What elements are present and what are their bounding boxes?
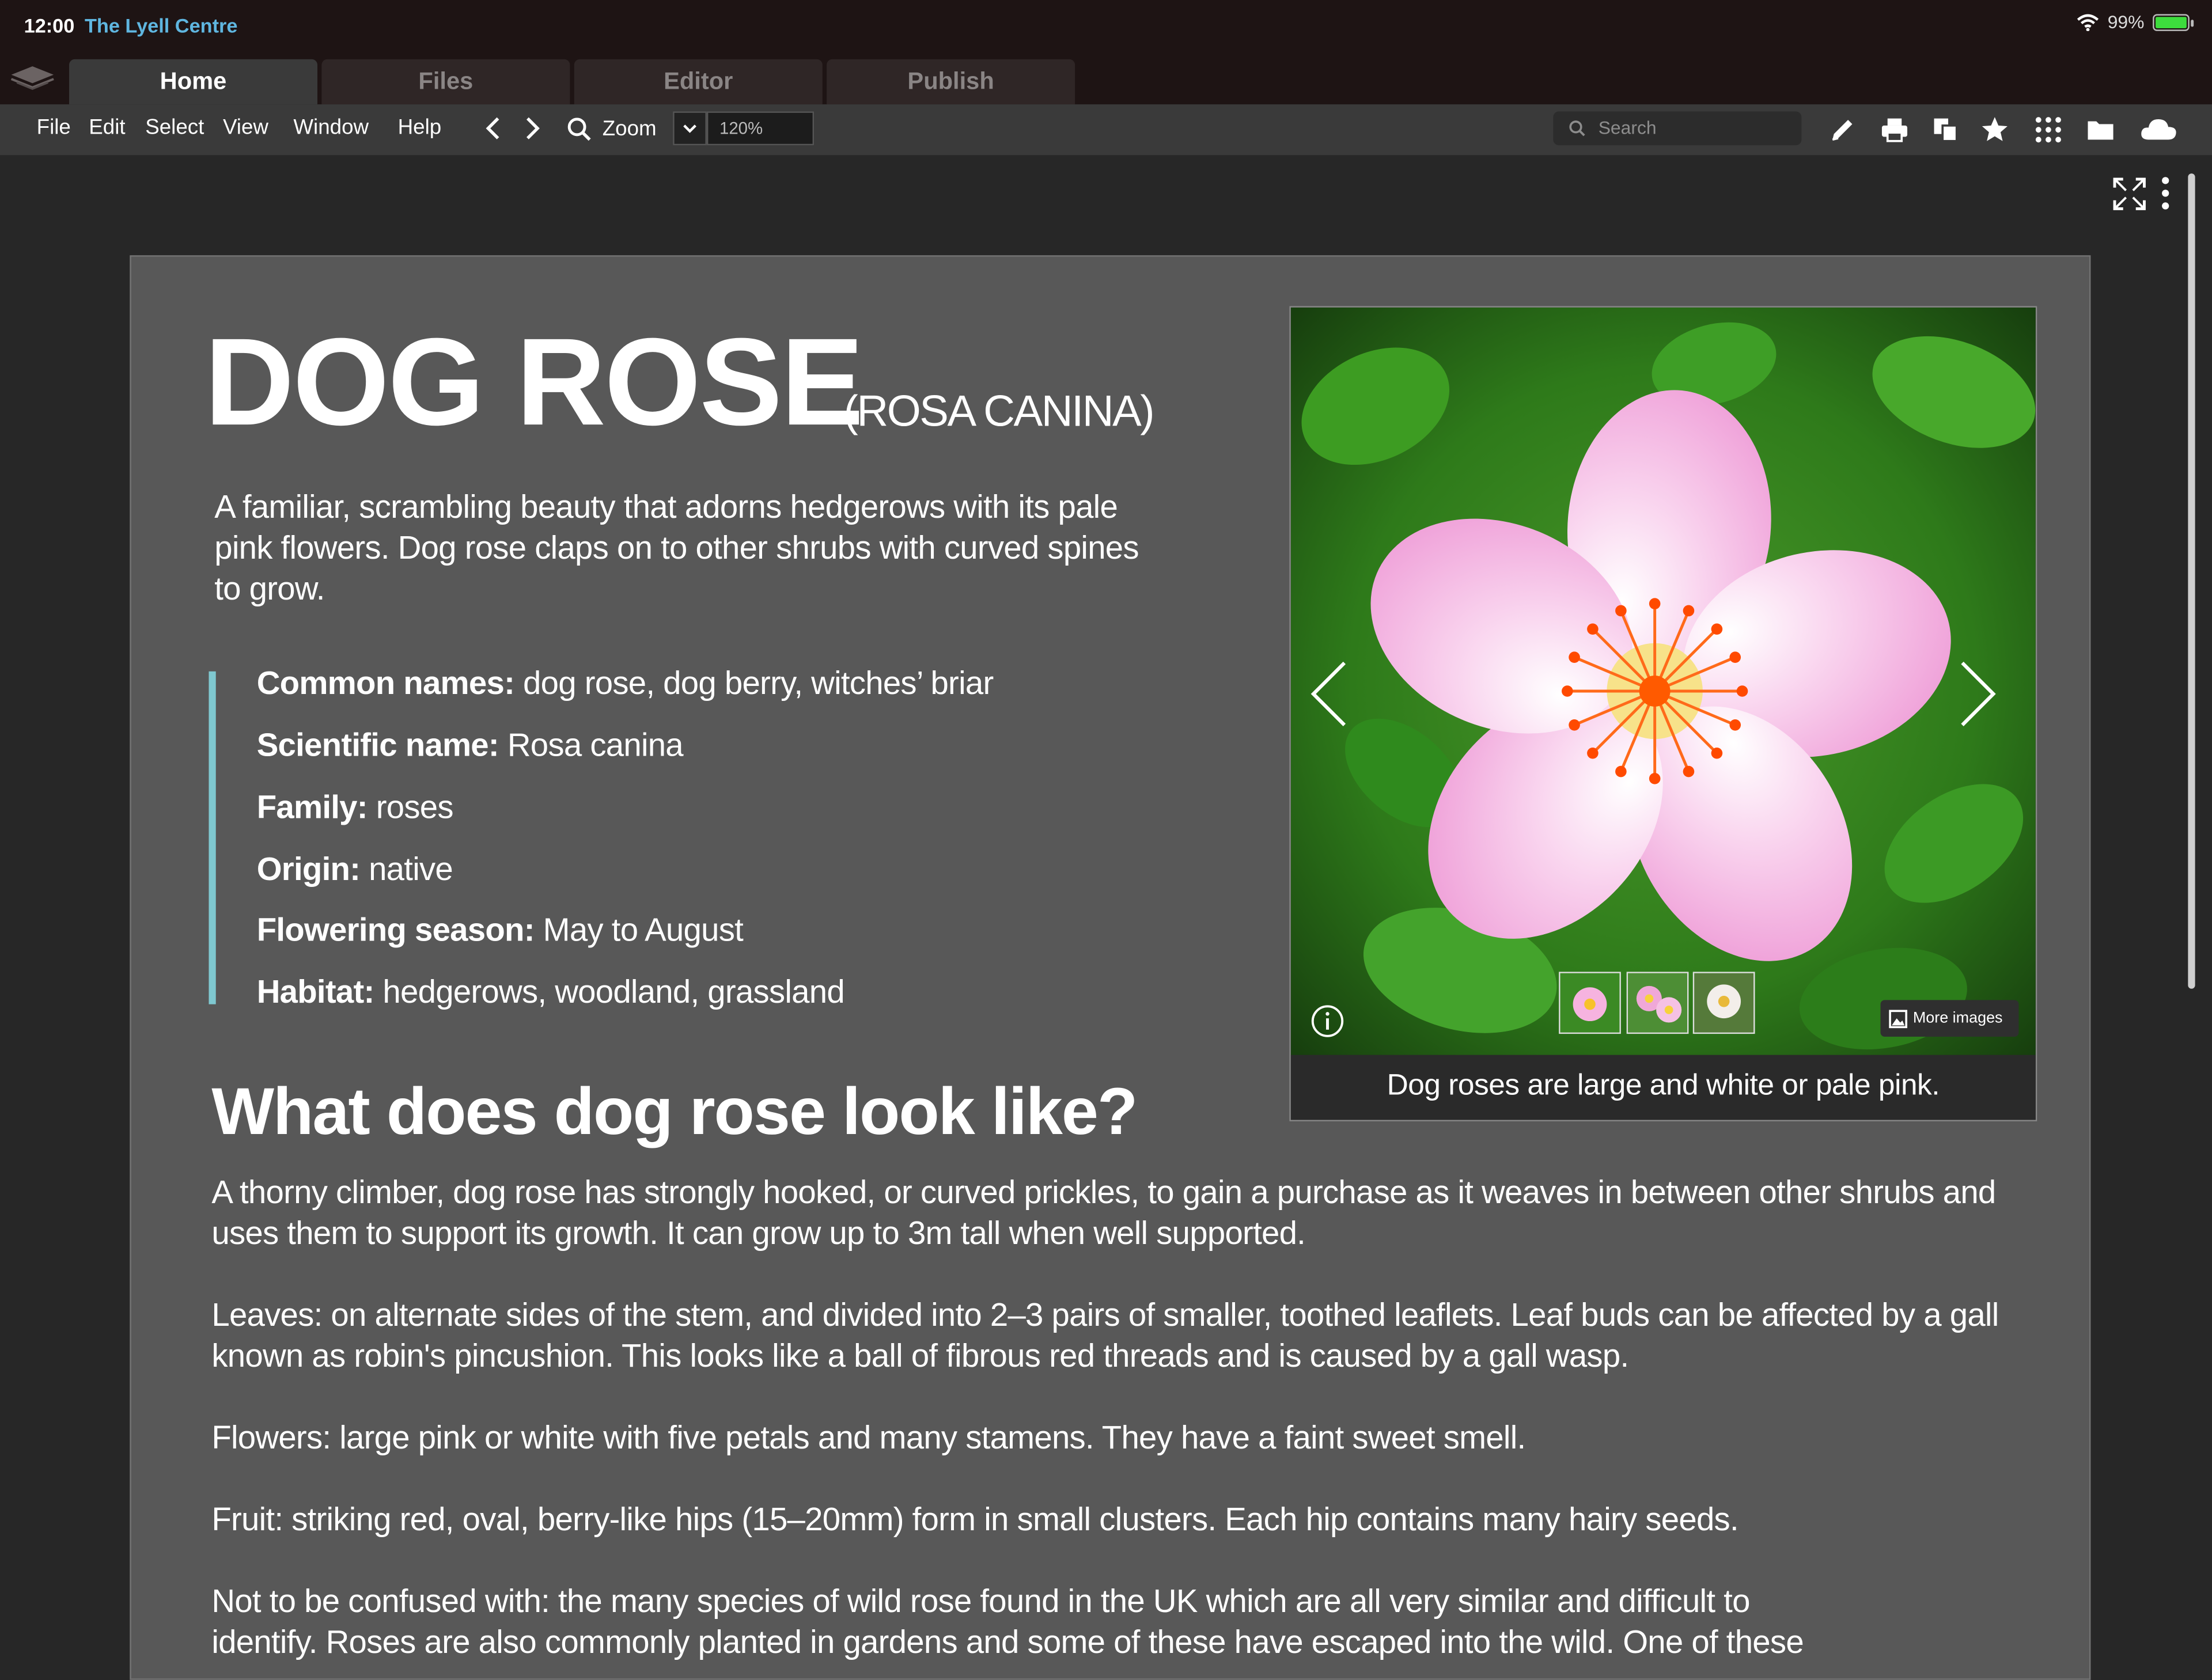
battery-fill — [2156, 16, 2187, 28]
status-app-name[interactable]: The Lyell Centre — [85, 14, 237, 36]
status-bar: 12:00 The Lyell Centre 99% — [0, 0, 2212, 51]
dog-rose-photo[interactable] — [1290, 307, 2036, 1055]
more-options-icon[interactable] — [2158, 176, 2172, 211]
fact-origin: Origin: native — [257, 851, 453, 889]
menu-window[interactable]: Window — [293, 116, 369, 140]
forward-arrow-icon[interactable] — [524, 116, 543, 141]
fact-label: Flowering season: — [256, 911, 535, 948]
tab-publish[interactable]: Publish — [827, 59, 1075, 105]
menu-bar: File Edit Select View Window Help Zoom 1… — [0, 104, 2212, 156]
zoom-value-field[interactable]: 120% — [706, 111, 815, 146]
chevron-down-icon — [683, 124, 696, 133]
image-caption: Dog roses are large and white or pale pi… — [1290, 1055, 2036, 1120]
thumbnail-image — [1628, 973, 1687, 1033]
fact-flowering-season: Flowering season: May to August — [256, 911, 744, 949]
pencil-icon[interactable] — [1827, 114, 1858, 145]
fact-label: Habitat: — [256, 973, 375, 1010]
menu-select[interactable]: Select — [145, 116, 204, 140]
fact-value: roses — [367, 788, 454, 825]
tab-home[interactable]: Home — [69, 59, 318, 105]
page-title: DOG ROSE — [204, 312, 863, 452]
more-images-button[interactable]: More images — [1880, 1000, 2019, 1037]
status-time: 12:00 — [24, 14, 75, 37]
menu-file[interactable]: File — [37, 116, 71, 140]
fact-value: dog rose, dog berry, witches’ briar — [514, 664, 994, 701]
thumbnail-image — [1560, 973, 1620, 1033]
zoom-dropdown[interactable] — [673, 111, 707, 146]
fact-common-names: Common names: dog rose, dog berry, witch… — [257, 664, 994, 702]
tab-files[interactable]: Files — [321, 59, 570, 105]
facts-accent-bar — [209, 671, 216, 1004]
fact-label: Common names: — [256, 664, 515, 701]
search-icon — [1569, 120, 1585, 136]
search-placeholder: Search — [1598, 117, 1657, 139]
thumbnail-1[interactable] — [1559, 972, 1621, 1034]
intro-text: A familiar, scrambling beauty that adorn… — [214, 488, 1139, 607]
back-arrow-icon[interactable] — [483, 116, 502, 141]
image-icon — [1889, 1010, 1908, 1029]
section-heading: What does dog rose look like? — [211, 1073, 1138, 1148]
thumbnail-image — [1694, 973, 1754, 1033]
fact-label: Scientific name: — [256, 726, 499, 763]
fact-scientific-name: Scientific name: Rosa canina — [256, 726, 684, 764]
fact-habitat: Habitat: hedgerows, woodland, grassland — [256, 973, 845, 1011]
page-subtitle: (ROSA CANINA) — [843, 386, 1154, 436]
paragraph-fruit: Fruit: striking red, oval, berry-like hi… — [211, 1500, 1738, 1538]
more-images-label: More images — [1912, 1010, 2003, 1027]
wifi-icon — [2077, 13, 2099, 31]
fullscreen-icon[interactable] — [2112, 176, 2147, 211]
paragraph-description: A thorny climber, dog rose has strongly … — [211, 1173, 1996, 1252]
fact-label: Origin: — [256, 850, 361, 888]
app-window: 12:00 The Lyell Centre 99% Home Files Ed… — [0, 0, 2212, 1680]
thumbnail-2[interactable] — [1626, 972, 1689, 1034]
vertical-scrollbar[interactable] — [2188, 173, 2195, 989]
fact-value: Rosa canina — [498, 726, 684, 763]
copy-icon[interactable] — [1930, 114, 1961, 145]
zoom-icon[interactable] — [567, 117, 592, 142]
printer-icon[interactable] — [1879, 114, 1910, 145]
paragraph-leaves: Leaves: on alternate sides of the stem, … — [211, 1296, 1999, 1374]
fact-family: Family: roses — [256, 788, 454, 826]
thumbnail-3[interactable] — [1692, 972, 1755, 1034]
battery-icon — [2153, 13, 2194, 31]
menu-help[interactable]: Help — [398, 116, 442, 140]
fact-value: hedgerows, woodland, grassland — [374, 973, 844, 1010]
fact-value: native — [360, 850, 453, 888]
tab-bar: Home Files Editor Publish — [0, 51, 2212, 105]
battery-percent: 99% — [2107, 11, 2145, 33]
image-gallery: More images Dog roses are large and whit… — [1289, 306, 2037, 1121]
menu-edit[interactable]: Edit — [89, 116, 125, 140]
tab-editor[interactable]: Editor — [574, 59, 823, 105]
fact-label: Family: — [256, 788, 368, 825]
star-icon[interactable] — [1979, 114, 2010, 145]
info-icon[interactable] — [1310, 1004, 1344, 1038]
paragraph-confusion: Not to be confused with: the many specie… — [211, 1582, 1804, 1660]
fact-value: May to August — [534, 911, 744, 948]
app-logo-icon[interactable] — [9, 63, 56, 92]
cloud-icon[interactable] — [2139, 114, 2179, 145]
menu-view[interactable]: View — [223, 116, 268, 140]
status-indicators: 99% — [2077, 11, 2194, 33]
search-input[interactable]: Search — [1553, 111, 1802, 146]
zoom-label[interactable]: Zoom — [603, 117, 657, 141]
next-image-arrow-icon[interactable] — [1957, 657, 1999, 730]
paragraph-flowers: Flowers: large pink or white with five p… — [211, 1419, 1526, 1456]
apps-grid-icon[interactable] — [2033, 114, 2064, 145]
previous-image-arrow-icon[interactable] — [1308, 657, 1350, 730]
folder-icon[interactable] — [2085, 114, 2116, 145]
